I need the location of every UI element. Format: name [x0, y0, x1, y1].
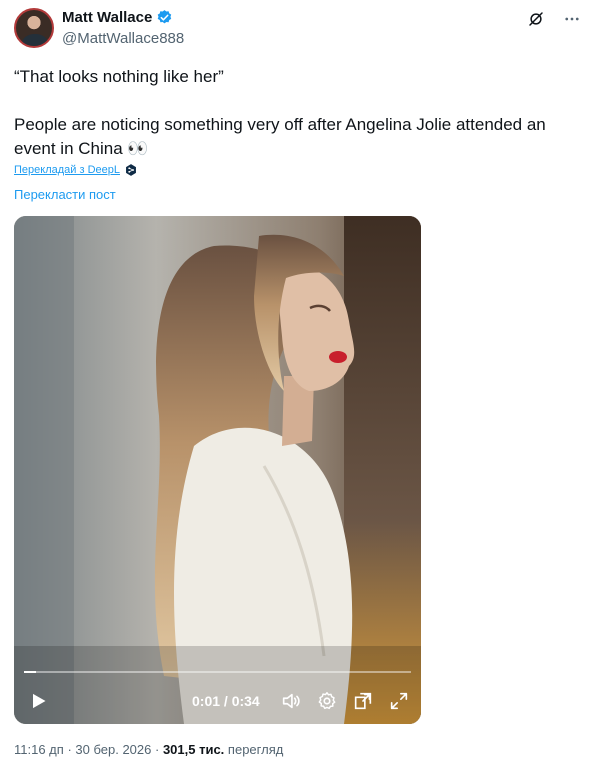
- translate-post-link[interactable]: Перекласти пост: [14, 187, 116, 202]
- grok-icon[interactable]: [527, 10, 545, 28]
- video-progress-bar[interactable]: [24, 671, 411, 673]
- settings-icon[interactable]: [316, 690, 338, 712]
- video-frame: [14, 216, 421, 724]
- author-name[interactable]: Matt Wallace: [62, 9, 152, 26]
- views-count: 301,5 тис.: [162, 742, 225, 757]
- top-actions: [527, 10, 581, 28]
- verified-badge-icon: [158, 10, 172, 24]
- post-text-line1: “That looks nothing like her”: [14, 67, 224, 86]
- volume-icon[interactable]: [280, 690, 302, 712]
- deepl-icon: [126, 164, 136, 176]
- deepl-link[interactable]: Перекладай з DeepL: [14, 163, 138, 177]
- author-name-row[interactable]: Matt Wallace: [62, 9, 173, 26]
- pip-icon[interactable]: [352, 690, 374, 712]
- post-meta: 11:16 дп · 30 бер. 2026 · 301,5 тис. пер…: [14, 742, 283, 757]
- play-icon[interactable]: [28, 690, 48, 712]
- more-icon[interactable]: [563, 10, 581, 28]
- author-handle[interactable]: @MattWallace888: [62, 30, 184, 47]
- video-player[interactable]: 0:01 / 0:34: [14, 216, 421, 724]
- video-time: 0:01 / 0:34: [192, 693, 260, 709]
- views-label: перегляд: [227, 742, 284, 757]
- post-date[interactable]: 30 бер. 2026: [75, 742, 151, 757]
- meta-separator: ·: [155, 742, 163, 757]
- avatar[interactable]: [14, 8, 54, 48]
- fullscreen-icon[interactable]: [388, 690, 410, 712]
- video-progress-fill: [24, 671, 36, 673]
- post-text-line2: People are noticing something very off a…: [14, 115, 546, 158]
- post-time[interactable]: 11:16 дп: [14, 742, 64, 757]
- deepl-link-label[interactable]: Перекладай з DeepL: [14, 164, 120, 176]
